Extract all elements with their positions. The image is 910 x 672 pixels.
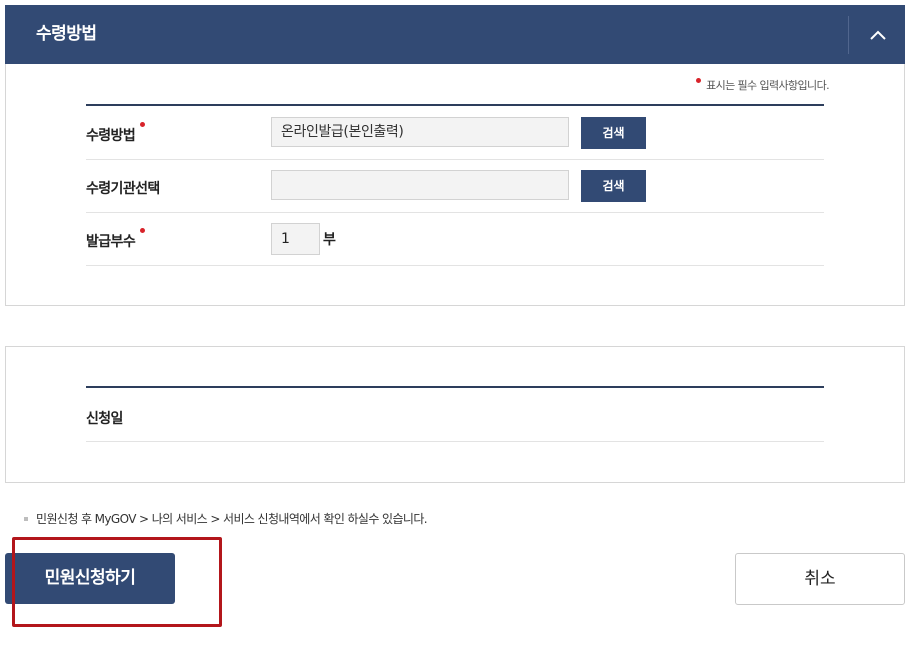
bullet-icon xyxy=(24,517,28,521)
cancel-button[interactable]: 취소 xyxy=(735,553,905,605)
copies-unit: 부 xyxy=(323,232,336,248)
table-top-border xyxy=(86,104,824,106)
required-dot-icon xyxy=(696,78,702,83)
section-title: 수령방법 xyxy=(36,24,97,44)
receipt-agency-field[interactable] xyxy=(271,170,569,200)
receipt-method-field[interactable]: 온라인발급(본인출력) xyxy=(271,117,569,147)
notice-text: 민원신청 후 MyGOV > 나의 서비스 > 서비스 신청내역에서 확인 하실… xyxy=(24,510,428,527)
label-text: 신청일 xyxy=(86,411,123,427)
label-text: 수령기관선택 xyxy=(86,181,160,197)
application-section-body xyxy=(5,346,905,483)
label-text: 발급부수 xyxy=(86,234,136,250)
label-receipt-method: 수령방법 xyxy=(86,122,146,145)
row-divider xyxy=(86,265,824,266)
label-copies: 발급부수 xyxy=(86,228,146,251)
receipt-agency-search-button[interactable]: 검색 xyxy=(581,170,646,202)
collapse-button[interactable] xyxy=(851,5,905,64)
copies-input[interactable]: 1 xyxy=(271,223,320,255)
row-divider xyxy=(86,212,824,213)
highlight-annotation xyxy=(12,537,222,627)
required-note-text: 표시는 필수 입력사항입니다. xyxy=(706,79,830,92)
row-divider xyxy=(86,441,824,442)
section-header-receipt: 수령방법 xyxy=(5,5,905,64)
label-receipt-agency: 수령기관선택 xyxy=(86,178,160,198)
header-divider xyxy=(848,16,849,54)
chevron-up-icon xyxy=(870,30,886,40)
label-text: 수령방법 xyxy=(86,128,136,144)
label-application-date: 신청일 xyxy=(86,408,123,428)
receipt-method-search-button[interactable]: 검색 xyxy=(581,117,646,149)
row-divider xyxy=(86,159,824,160)
table-top-border xyxy=(86,386,824,388)
notice-message: 민원신청 후 MyGOV > 나의 서비스 > 서비스 신청내역에서 확인 하실… xyxy=(36,512,428,526)
required-note: 표시는 필수 입력사항입니다. xyxy=(696,77,830,93)
